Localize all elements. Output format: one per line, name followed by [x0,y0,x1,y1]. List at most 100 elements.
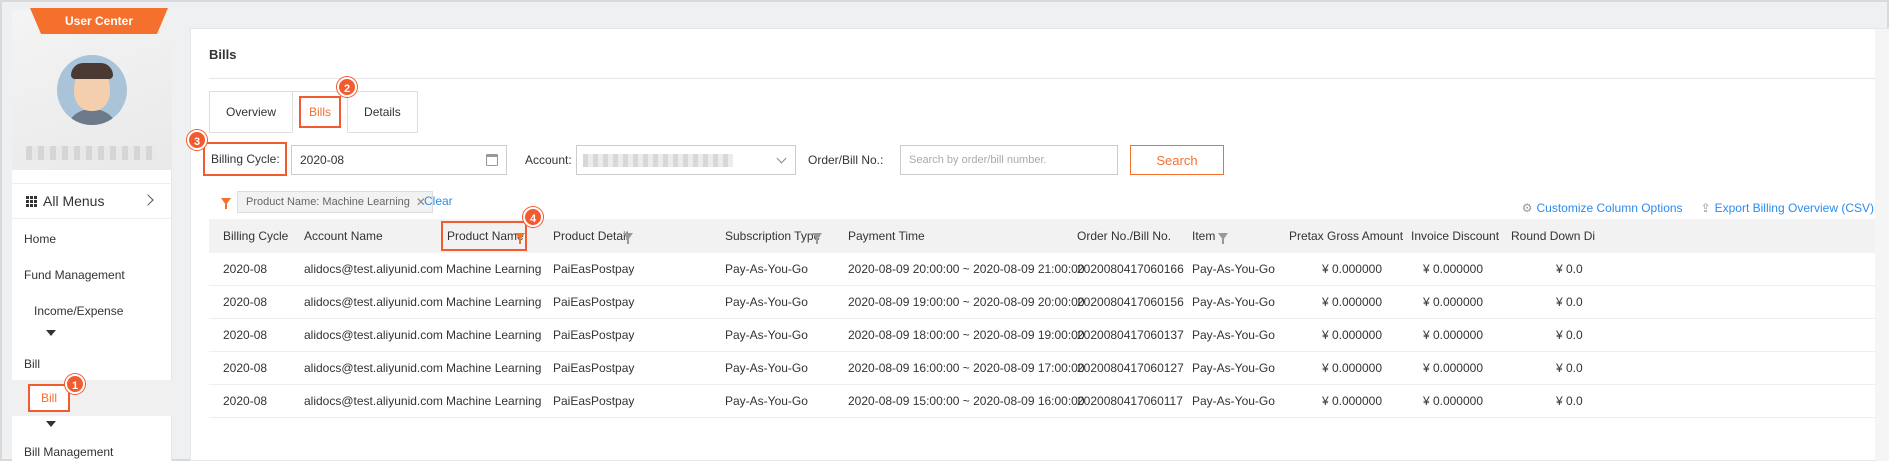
table-row[interactable]: 2020-08 alidocs@test.aliyunid.com Machine … [209,385,1889,418]
sidebar: User Center All Menus Home Fund Manageme… [12,8,172,461]
cell-billing-cycle: 2020-08 [223,295,268,309]
cell-payment-time: 2020-08-09 16:00:00 ~ 2020-08-09 17:00:0… [848,361,1085,375]
cell-product-detail: PaiEasPostpay [553,295,635,309]
cell-account-name: alidocs@test.aliyunid.com [304,394,443,408]
header-round-down: Round Down Di [1511,229,1596,243]
user-center-tab[interactable]: User Center [30,8,168,34]
export-csv-label: Export Billing Overview (CSV) [1714,201,1874,215]
table-toolbar: ⚙ Customize Column Options ⇪ Export Billin… [1522,201,1874,215]
cell-order-no: 2020080417060156 [1077,295,1184,309]
caret-down-icon[interactable] [46,330,56,336]
tab-details[interactable]: Details [347,91,418,133]
calendar-icon[interactable] [486,154,498,166]
cell-account-name: alidocs@test.aliyunid.com [304,361,443,375]
cell-item: Pay-As-You-Go [1192,361,1275,375]
step-badge-4: 4 [523,207,543,227]
cell-order-no: 2020080417060137 [1077,328,1184,342]
cell-pretax-gross: ¥ 0.000000 [1321,394,1382,408]
vertical-scrollbar[interactable] [1875,29,1889,461]
cell-order-no: 2020080417060127 [1077,361,1184,375]
sidebar-item-income-expense[interactable]: Income/Expense [34,304,123,318]
billing-cycle-value: 2020-08 [300,153,345,167]
table-header: Billing Cycle Account Name Product Name … [209,219,1889,253]
table-row[interactable]: 2020-08 alidocs@test.aliyunid.com Machine … [209,319,1889,352]
username-redacted [26,146,156,160]
cell-pretax-gross: ¥ 0.000000 [1321,328,1382,342]
tab-details-label: Details [364,105,401,119]
cell-invoice-discount: ¥ 0.000000 [1422,295,1483,309]
table-row[interactable]: 2020-08 alidocs@test.aliyunid.com Machine … [209,253,1889,286]
all-menus-label: All Menus [43,193,105,209]
sidebar-item-bill[interactable]: Bill [28,384,70,412]
sidebar-item-fund-management[interactable]: Fund Management [24,268,125,282]
sidebar-item-home[interactable]: Home [24,232,56,246]
product-name-filter-icon[interactable] [515,233,525,244]
cell-pretax-gross: ¥ 0.000000 [1321,361,1382,375]
cell-round-down: ¥ 0.0 [1556,394,1583,408]
cell-billing-cycle: 2020-08 [223,361,268,375]
avatar[interactable] [57,55,127,125]
order-bill-search-input[interactable] [900,145,1118,175]
account-select[interactable] [576,145,796,175]
header-billing-cycle: Billing Cycle [223,229,289,243]
cell-payment-time: 2020-08-09 18:00:00 ~ 2020-08-09 19:00:0… [848,328,1085,342]
active-filter-tag[interactable]: Product Name: Machine Learning ✕ [237,191,433,213]
user-profile-area [12,10,172,170]
product-detail-filter-icon[interactable] [623,233,633,244]
cell-order-no: 2020080417060117 [1077,394,1183,408]
tab-overview-label: Overview [226,105,277,119]
tab-overview[interactable]: Overview [209,91,294,133]
cell-round-down: ¥ 0.0 [1556,295,1583,309]
cell-product-detail: PaiEasPostpay [553,262,635,276]
cell-payment-time: 2020-08-09 19:00:00 ~ 2020-08-09 20:00:0… [848,295,1085,309]
sidebar-item-bill-group[interactable]: Bill [24,357,40,371]
grid-menu-icon [26,195,37,207]
cell-product-name: Machine Learning [446,328,542,342]
header-item: Item [1192,229,1216,243]
cell-round-down: ¥ 0.0 [1556,328,1583,342]
tab-highlight-outline [299,96,342,128]
cell-product-name: Machine Learning [446,361,542,375]
customize-columns-label: Customize Column Options [1536,201,1683,215]
cell-order-no: 2020080417060166 [1077,262,1184,276]
cell-pretax-gross: ¥ 0.000000 [1321,262,1382,276]
item-filter-icon[interactable] [1218,233,1228,244]
step-badge-2: 2 [337,77,357,97]
clear-filters-link[interactable]: Clear [424,194,453,208]
export-icon: ⇪ [1700,201,1711,215]
table-row[interactable]: 2020-08 alidocs@test.aliyunid.com Machine … [209,286,1889,319]
main-panel: Bills Overview Bills Details 2 Billing C… [187,28,1889,461]
cell-item: Pay-As-You-Go [1192,394,1275,408]
header-invoice-discount: Invoice Discount [1411,229,1500,243]
cell-product-detail: PaiEasPostpay [553,394,635,408]
cell-invoice-discount: ¥ 0.000000 [1422,361,1483,375]
filter-icon[interactable] [221,198,231,209]
cell-subscription-type: Pay-As-You-Go [725,394,808,408]
cell-subscription-type: Pay-As-You-Go [725,295,808,309]
export-csv-link[interactable]: ⇪ Export Billing Overview (CSV) [1701,201,1874,215]
search-button[interactable]: Search [1130,145,1224,175]
cell-billing-cycle: 2020-08 [223,394,268,408]
cell-pretax-gross: ¥ 0.000000 [1321,295,1382,309]
cell-account-name: alidocs@test.aliyunid.com [304,262,443,276]
cell-payment-time: 2020-08-09 15:00:00 ~ 2020-08-09 16:00:0… [848,394,1085,408]
table-row[interactable]: 2020-08 alidocs@test.aliyunid.com Machine … [209,352,1889,385]
customize-columns-link[interactable]: ⚙ Customize Column Options [1522,201,1683,215]
cell-invoice-discount: ¥ 0.000000 [1422,262,1483,276]
header-account-name: Account Name [304,229,383,243]
cell-invoice-discount: ¥ 0.000000 [1422,394,1483,408]
sidebar-item-bill-management[interactable]: Bill Management [24,445,113,459]
cell-invoice-discount: ¥ 0.000000 [1422,328,1483,342]
subscription-type-filter-icon[interactable] [812,233,822,244]
caret-down-icon[interactable] [46,421,56,427]
gear-icon: ⚙ [1521,201,1533,215]
header-order-no: Order No./Bill No. [1077,229,1172,243]
billing-cycle-picker[interactable]: 2020-08 [291,145,507,175]
all-menus-button[interactable]: All Menus [12,183,172,219]
account-value-redacted [583,154,733,167]
tab-bills[interactable]: Bills [292,91,349,133]
title-divider [209,78,1875,79]
avatar-hair [71,63,113,79]
cell-subscription-type: Pay-As-You-Go [725,262,808,276]
step-badge-3: 3 [187,130,207,150]
